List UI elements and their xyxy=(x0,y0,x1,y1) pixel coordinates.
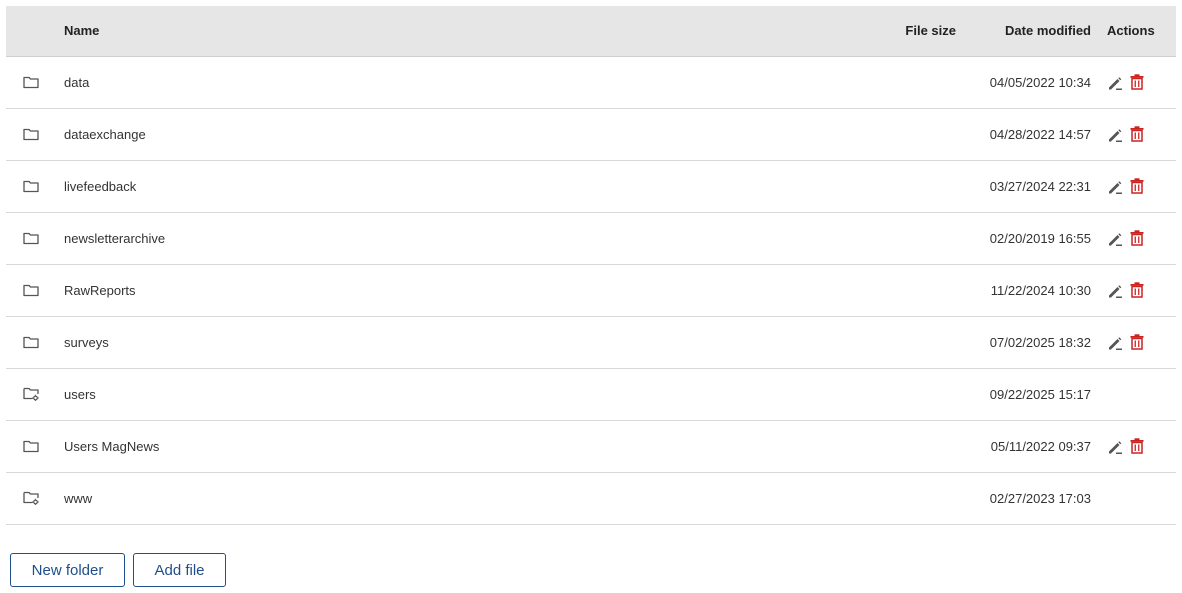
table-row[interactable]: data 04/05/2022 10:34 xyxy=(6,57,1176,109)
system-folder-icon xyxy=(23,387,39,402)
folder-icon xyxy=(23,231,39,245)
date-modified: 03/27/2024 22:31 xyxy=(989,179,1091,194)
date-modified: 05/11/2022 09:37 xyxy=(990,439,1091,454)
delete-icon[interactable] xyxy=(1130,438,1144,454)
delete-icon[interactable] xyxy=(1130,334,1144,350)
file-name[interactable]: Users MagNews xyxy=(64,439,159,454)
delete-icon[interactable] xyxy=(1130,230,1144,246)
table-row[interactable]: newsletterarchive 02/20/2019 16:55 xyxy=(6,213,1176,265)
file-name[interactable]: RawReports xyxy=(64,283,136,298)
table-row[interactable]: users 09/22/2025 15:17 xyxy=(6,369,1176,421)
file-name[interactable]: newsletterarchive xyxy=(64,231,165,246)
add-file-button[interactable]: Add file xyxy=(133,553,226,587)
file-name[interactable]: users xyxy=(64,387,96,402)
file-name[interactable]: surveys xyxy=(64,335,109,350)
date-modified: 02/27/2023 17:03 xyxy=(989,491,1091,506)
date-modified: 02/20/2019 16:55 xyxy=(989,231,1091,246)
edit-icon[interactable] xyxy=(1107,335,1123,351)
table-row[interactable]: surveys 07/02/2025 18:32 xyxy=(6,317,1176,369)
column-header-file-size[interactable]: File size xyxy=(894,23,956,38)
date-modified: 07/02/2025 18:32 xyxy=(989,335,1091,350)
column-header-name[interactable]: Name xyxy=(64,23,99,38)
file-name[interactable]: livefeedback xyxy=(64,179,136,194)
table-row[interactable]: Users MagNews 05/11/2022 09:37 xyxy=(6,421,1176,473)
date-modified: 04/05/2022 10:34 xyxy=(989,75,1091,90)
date-modified: 09/22/2025 15:17 xyxy=(989,387,1091,402)
table-row[interactable]: RawReports 11/22/2024 10:30 xyxy=(6,265,1176,317)
new-folder-button[interactable]: New folder xyxy=(10,553,125,587)
edit-icon[interactable] xyxy=(1107,439,1123,455)
system-folder-icon xyxy=(23,491,39,506)
folder-icon xyxy=(23,179,39,193)
column-header-date-modified[interactable]: Date modified xyxy=(986,23,1091,38)
folder-icon xyxy=(23,283,39,297)
edit-icon[interactable] xyxy=(1107,127,1123,143)
column-header-actions: Actions xyxy=(1107,23,1155,38)
edit-icon[interactable] xyxy=(1107,75,1123,91)
table-row[interactable]: dataexchange 04/28/2022 14:57 xyxy=(6,109,1176,161)
date-modified: 11/22/2024 10:30 xyxy=(990,283,1091,298)
folder-icon xyxy=(23,335,39,349)
folder-icon xyxy=(23,75,39,89)
edit-icon[interactable] xyxy=(1107,283,1123,299)
delete-icon[interactable] xyxy=(1130,126,1144,142)
folder-icon xyxy=(23,439,39,453)
file-name[interactable]: www xyxy=(64,491,92,506)
table-header: Name File size Date modified Actions xyxy=(6,6,1176,57)
delete-icon[interactable] xyxy=(1130,282,1144,298)
table-row[interactable]: www 02/27/2023 17:03 xyxy=(6,473,1176,525)
folder-icon xyxy=(23,127,39,141)
delete-icon[interactable] xyxy=(1130,74,1144,90)
file-name[interactable]: dataexchange xyxy=(64,127,146,142)
file-table: Name File size Date modified Actions dat… xyxy=(6,6,1176,525)
table-body: data 04/05/2022 10:34 dataexchange 04/28/20… xyxy=(6,57,1176,525)
edit-icon[interactable] xyxy=(1107,179,1123,195)
file-name[interactable]: data xyxy=(64,75,89,90)
delete-icon[interactable] xyxy=(1130,178,1144,194)
date-modified: 04/28/2022 14:57 xyxy=(989,127,1091,142)
edit-icon[interactable] xyxy=(1107,231,1123,247)
table-row[interactable]: livefeedback 03/27/2024 22:31 xyxy=(6,161,1176,213)
